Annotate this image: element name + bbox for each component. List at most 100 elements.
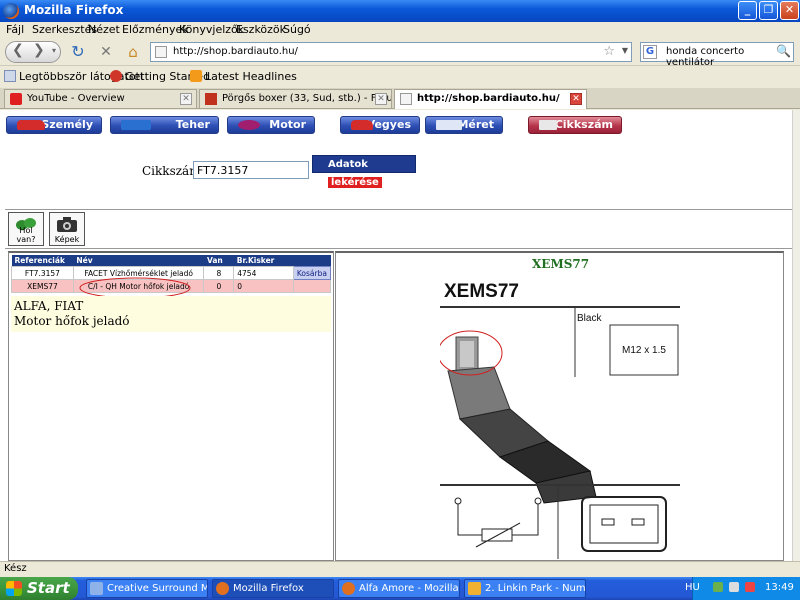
- clock: 13:49: [765, 582, 794, 593]
- tray-icon[interactable]: [713, 582, 723, 592]
- adatok-lekerese-button[interactable]: Adatok lekérése: [312, 155, 416, 188]
- bookmark-star-icon[interactable]: ☆: [603, 44, 615, 59]
- back-forward-group: ❮ ❯ ▾: [5, 41, 61, 63]
- product-image: XEMS77 Black M12 x 1.5: [440, 271, 680, 559]
- firefox-icon: [216, 582, 229, 595]
- minimize-button[interactable]: _: [738, 1, 757, 20]
- bookmark-latest-headlines[interactable]: Latest Headlines: [190, 70, 297, 83]
- menu-bookmarks[interactable]: Könyvjelzők: [179, 23, 244, 36]
- column-header: Referenciák: [11, 255, 74, 267]
- windows-logo-icon: [6, 581, 22, 596]
- bookmark-folder-icon: [4, 70, 16, 82]
- menu-help[interactable]: Súgó: [283, 23, 311, 36]
- url-dropdown-icon[interactable]: ▼: [622, 46, 628, 55]
- youtube-icon: [10, 93, 22, 105]
- tab-youtube[interactable]: YouTube - Overview ✕: [4, 89, 197, 108]
- system-tray: HU 13:49: [685, 577, 800, 600]
- menu-view[interactable]: Nézet: [88, 23, 120, 36]
- results-panel: Referenciák Név Van Br.Kisker FT7.3157 F…: [8, 251, 334, 561]
- stop-icon[interactable]: ✕: [96, 41, 116, 63]
- firefox-icon: [3, 3, 19, 19]
- kepek-button[interactable]: Képek: [49, 212, 85, 246]
- app-icon: [90, 582, 103, 595]
- category-szemely-button[interactable]: Személy: [6, 116, 102, 134]
- winamp-icon: [468, 582, 481, 595]
- google-icon[interactable]: G: [643, 45, 657, 59]
- menu-tools[interactable]: Eszközök: [236, 23, 286, 36]
- hol-van-button[interactable]: Hol van?: [8, 212, 44, 246]
- search-input[interactable]: honda concerto ventilátor: [666, 46, 793, 68]
- navigation-toolbar: ❮ ❯ ▾ ↻ ✕ ⌂ http://shop.bardiauto.hu/ ☆ …: [0, 38, 800, 68]
- column-header: Van: [203, 255, 234, 267]
- car-icon: [351, 120, 373, 130]
- table-header-row: Referenciák Név Van Br.Kisker: [11, 255, 331, 267]
- close-button[interactable]: ✕: [780, 1, 799, 20]
- category-teher-button[interactable]: Teher: [110, 116, 219, 134]
- add-to-cart-button[interactable]: Kosárba: [292, 266, 332, 280]
- cikkszam-input[interactable]: [193, 161, 309, 179]
- category-vegyes-button[interactable]: Vegyes: [340, 116, 420, 134]
- barcode-icon: [539, 120, 557, 130]
- category-meret-button[interactable]: Méret: [425, 116, 503, 134]
- info-line-1: ALFA, FIAT: [14, 299, 84, 313]
- image-title: XEMS77: [444, 281, 519, 302]
- column-header: Név: [73, 255, 204, 267]
- info-line-2: Motor hőfok jeladó: [14, 314, 130, 328]
- search-icon[interactable]: 🔍: [776, 44, 791, 58]
- taskbar-item-alfa-amore[interactable]: Alfa Amore - Mozilla F...: [338, 579, 460, 598]
- status-bar: Kész: [0, 561, 800, 577]
- tool-row: Hol van? Képek: [5, 209, 792, 249]
- tab-bardiauto[interactable]: http://shop.bardiauto.hu/ ✕: [394, 89, 587, 109]
- forward-icon[interactable]: ❯: [33, 42, 45, 58]
- taskbar-item-linkin-park[interactable]: 2. Linkin Park - Numb ...: [464, 579, 586, 598]
- column-header: [293, 255, 331, 267]
- table-cell: 4754: [233, 266, 294, 280]
- search-bar[interactable]: G honda concerto ventilátor 🔍: [640, 42, 794, 68]
- table-cell: [292, 279, 332, 293]
- security-icon[interactable]: [745, 582, 755, 592]
- reload-icon[interactable]: ↻: [68, 41, 88, 63]
- tab-close-icon[interactable]: ✕: [180, 93, 192, 105]
- taskbar-item-creative[interactable]: Creative Surround Mi...: [86, 579, 208, 598]
- tab-close-icon[interactable]: ✕: [375, 93, 387, 105]
- table-cell: XEMS77: [11, 279, 74, 293]
- language-indicator[interactable]: HU: [685, 582, 700, 593]
- truck-icon: [121, 120, 151, 130]
- menu-bar: Fájl Szerkesztés Nézet Előzmények Könyvj…: [0, 22, 800, 38]
- car-icon: [17, 120, 45, 130]
- page-content: Személy Teher Motor Vegyes Méret Cikkszá…: [0, 110, 792, 561]
- category-cikkszam-button[interactable]: Cikkszám: [528, 116, 622, 134]
- back-icon[interactable]: ❮: [12, 42, 24, 58]
- taskbar-item-firefox[interactable]: Mozilla Firefox: [212, 579, 334, 598]
- taskbar: Start Creative Surround Mi... Mozilla Fi…: [0, 577, 800, 600]
- table-cell: 0: [233, 279, 294, 293]
- camera-icon: [57, 217, 77, 232]
- page-scrollbar[interactable]: [792, 110, 800, 561]
- table-cell: 0: [203, 279, 235, 293]
- ruler-icon: [436, 120, 462, 130]
- category-motor-button[interactable]: Motor: [227, 116, 315, 134]
- maximize-button[interactable]: ❐: [759, 1, 778, 20]
- start-button[interactable]: Start: [0, 577, 78, 600]
- tab-forum[interactable]: Pörgős boxer (33, Sud, stb.) - Fórum - .…: [199, 89, 392, 108]
- tab-strip: YouTube - Overview ✕ Pörgős boxer (33, S…: [0, 88, 800, 109]
- url-bar[interactable]: http://shop.bardiauto.hu/ ☆ ▼: [150, 42, 632, 62]
- motorcycle-icon: [238, 120, 260, 130]
- table-cell: 8: [203, 266, 235, 280]
- thread-label: M12 x 1.5: [622, 345, 666, 356]
- tab-close-icon[interactable]: ✕: [570, 93, 582, 105]
- product-panel: XEMS77 XEMS77 Black M12 x 1.5: [335, 251, 784, 561]
- table-cell: FT7.3157: [11, 266, 74, 280]
- firefox-bookmark-icon: [110, 70, 122, 82]
- volume-icon[interactable]: [729, 582, 739, 592]
- color-label: Black: [577, 313, 602, 324]
- window-title: Mozilla Firefox: [24, 3, 124, 17]
- url-text[interactable]: http://shop.bardiauto.hu/: [173, 46, 298, 57]
- page-icon: [400, 93, 412, 105]
- firefox-icon: [342, 582, 355, 595]
- history-dropdown-icon[interactable]: ▾: [52, 46, 56, 55]
- product-title: XEMS77: [532, 257, 590, 271]
- home-icon[interactable]: ⌂: [123, 41, 143, 63]
- column-header: Br.Kisker: [233, 255, 294, 267]
- menu-file[interactable]: Fájl: [6, 23, 24, 36]
